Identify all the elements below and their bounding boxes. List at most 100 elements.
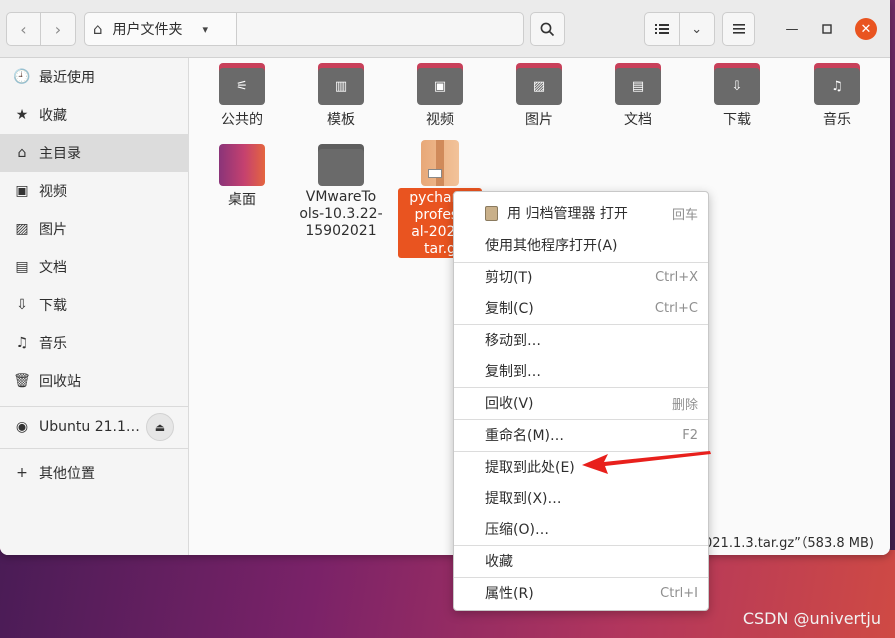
sidebar-item-label: 收藏 [39, 108, 67, 124]
archive-manager-icon [485, 206, 498, 221]
sidebar-item-label: 最近使用 [39, 70, 95, 86]
file-label: 音乐 [823, 112, 851, 128]
sidebar-item-downloads[interactable]: ⇩ 下载 [0, 286, 189, 324]
menu-item-extract-to[interactable]: 提取到(X)… [454, 483, 708, 513]
maximize-icon [822, 24, 832, 34]
home-icon: ⌂ [17, 145, 27, 161]
chevron-down-icon: ⌄ [691, 21, 703, 37]
sidebar-divider [0, 448, 189, 449]
video-icon: ▣ [417, 68, 463, 105]
watermark: CSDN @univertju [742, 609, 881, 628]
file-label: VMwareTo ols-10.3.22- 15902021 [299, 189, 383, 239]
sidebar-item-label: 其他位置 [39, 466, 95, 482]
menu-item-open-with[interactable]: 使用其他程序打开(A) [454, 230, 708, 260]
sidebar-item-label: Ubuntu 21.1… [39, 419, 140, 435]
eject-icon: ⏏ [154, 420, 166, 434]
path-segment-home[interactable]: ⌂ 用户文件夹 ▾ [85, 13, 237, 45]
plus-icon: + [16, 465, 28, 481]
sidebar-item-pictures[interactable]: ▨ 图片 [0, 210, 189, 248]
annotation-arrow [582, 451, 711, 474]
list-view-icon [654, 24, 669, 34]
sidebar-item-label: 图片 [39, 222, 67, 238]
close-button[interactable]: ✕ [855, 18, 877, 40]
view-group: ⌄ [644, 12, 715, 46]
sidebar-item-label: 视频 [39, 184, 67, 200]
menu-item-properties[interactable]: 属性(R) Ctrl+I [454, 578, 708, 608]
file-label: 桌面 [228, 192, 256, 208]
sidebar-item-music[interactable]: ♫ 音乐 [0, 324, 189, 362]
sidebar-item-trash[interactable]: 🗑 回收站 [0, 362, 189, 400]
close-icon: ✕ [860, 21, 872, 37]
nav-group: ‹ › [6, 12, 76, 46]
clock-icon: 🕘 [13, 69, 31, 85]
folder-pictures[interactable]: ▨ [516, 63, 562, 105]
sidebar-item-videos[interactable]: ▣ 视频 [0, 172, 189, 210]
folder-videos[interactable]: ▣ [417, 63, 463, 105]
sidebar-item-label: 文档 [39, 260, 67, 276]
folder-desktop[interactable] [219, 144, 265, 186]
search-icon [540, 22, 555, 36]
sidebar: 🕘 最近使用 ★ 收藏 ⌂ 主目录 ▣ 视频 ▨ 图片 ▤ 文档 ⇩ 下载 ♫ [0, 58, 189, 555]
forward-button[interactable]: › [41, 13, 75, 45]
sidebar-item-other-locations[interactable]: + 其他位置 [0, 454, 189, 492]
folder-downloads[interactable]: ⇩ [714, 63, 760, 105]
desktop-icon [219, 144, 265, 186]
menu-item-copy-to[interactable]: 复制到… [454, 356, 708, 386]
path-bar[interactable]: ⌂ 用户文件夹 ▾ [84, 12, 524, 46]
download-icon: ⇩ [16, 297, 28, 313]
star-icon: ★ [15, 107, 29, 123]
chevron-down-icon: ▾ [202, 22, 209, 36]
document-icon: ▤ [15, 259, 29, 275]
file-label: 文档 [624, 112, 652, 128]
document-icon: ▤ [615, 68, 661, 105]
folder-music[interactable]: ♫ [814, 63, 860, 105]
template-icon: ▥ [318, 68, 364, 105]
disc-icon: ◉ [15, 419, 29, 435]
menu-item-cut[interactable]: 剪切(T) Ctrl+X [454, 262, 708, 292]
sidebar-item-home[interactable]: ⌂ 主目录 [0, 134, 189, 172]
sidebar-item-label: 下载 [39, 298, 67, 314]
search-button[interactable] [530, 12, 565, 46]
image-icon: ▨ [15, 221, 29, 237]
view-options-button[interactable]: ⌄ [680, 13, 715, 45]
menu-item-open-archive-manager[interactable]: 用 归档管理器 打开 回车 [454, 198, 708, 228]
hamburger-icon [732, 24, 745, 34]
file-label: 视频 [426, 112, 454, 128]
file-label: 图片 [525, 112, 553, 128]
archive-icon[interactable] [421, 140, 459, 186]
folder-templates[interactable]: ▥ [318, 63, 364, 105]
share-icon: ⚟ [219, 68, 265, 105]
folder-icon [318, 149, 364, 186]
menu-button[interactable] [722, 12, 755, 46]
file-manager-window: ‹ › ⌂ 用户文件夹 ▾ ⌄ — ✕ 🕘 最近使用 ★ 收藏 ⌂ 主目录 ▣ … [0, 0, 890, 555]
menu-item-move-to[interactable]: 移动到… [454, 325, 708, 355]
folder-vmwaretools[interactable] [318, 144, 364, 186]
minimize-button[interactable]: — [781, 18, 803, 40]
sidebar-item-documents[interactable]: ▤ 文档 [0, 248, 189, 286]
music-icon: ♫ [814, 68, 860, 105]
folder-public[interactable]: ⚟ [219, 63, 265, 105]
download-icon: ⇩ [714, 68, 760, 105]
eject-button[interactable]: ⏏ [146, 413, 174, 441]
sidebar-item-label: 回收站 [39, 374, 81, 390]
video-icon: ▣ [15, 183, 29, 199]
minimize-icon: — [785, 21, 799, 37]
menu-item-star[interactable]: 收藏 [454, 546, 708, 576]
menu-item-copy[interactable]: 复制(C) Ctrl+C [454, 293, 708, 323]
sidebar-item-recent[interactable]: 🕘 最近使用 [0, 58, 189, 96]
status-bar: 021.1.3.tar.gz”（583.8 MB) [704, 532, 874, 551]
sidebar-item-label: 音乐 [39, 336, 67, 352]
maximize-button[interactable] [816, 18, 838, 40]
folder-documents[interactable]: ▤ [615, 63, 661, 105]
path-label: 用户文件夹 [112, 22, 183, 38]
header-bar: ‹ › ⌂ 用户文件夹 ▾ ⌄ — ✕ [0, 0, 890, 58]
file-label: 下载 [723, 112, 751, 128]
list-view-button[interactable] [645, 13, 680, 45]
menu-item-compress[interactable]: 压缩(O)… [454, 514, 708, 544]
back-button[interactable]: ‹ [7, 13, 42, 45]
file-label: 公共的 [221, 112, 263, 128]
menu-item-trash[interactable]: 回收(V) 删除 [454, 388, 708, 418]
sidebar-item-starred[interactable]: ★ 收藏 [0, 96, 189, 134]
context-menu: 用 归档管理器 打开 回车 使用其他程序打开(A) 剪切(T) Ctrl+X 复… [453, 191, 709, 611]
sidebar-divider [0, 406, 189, 407]
